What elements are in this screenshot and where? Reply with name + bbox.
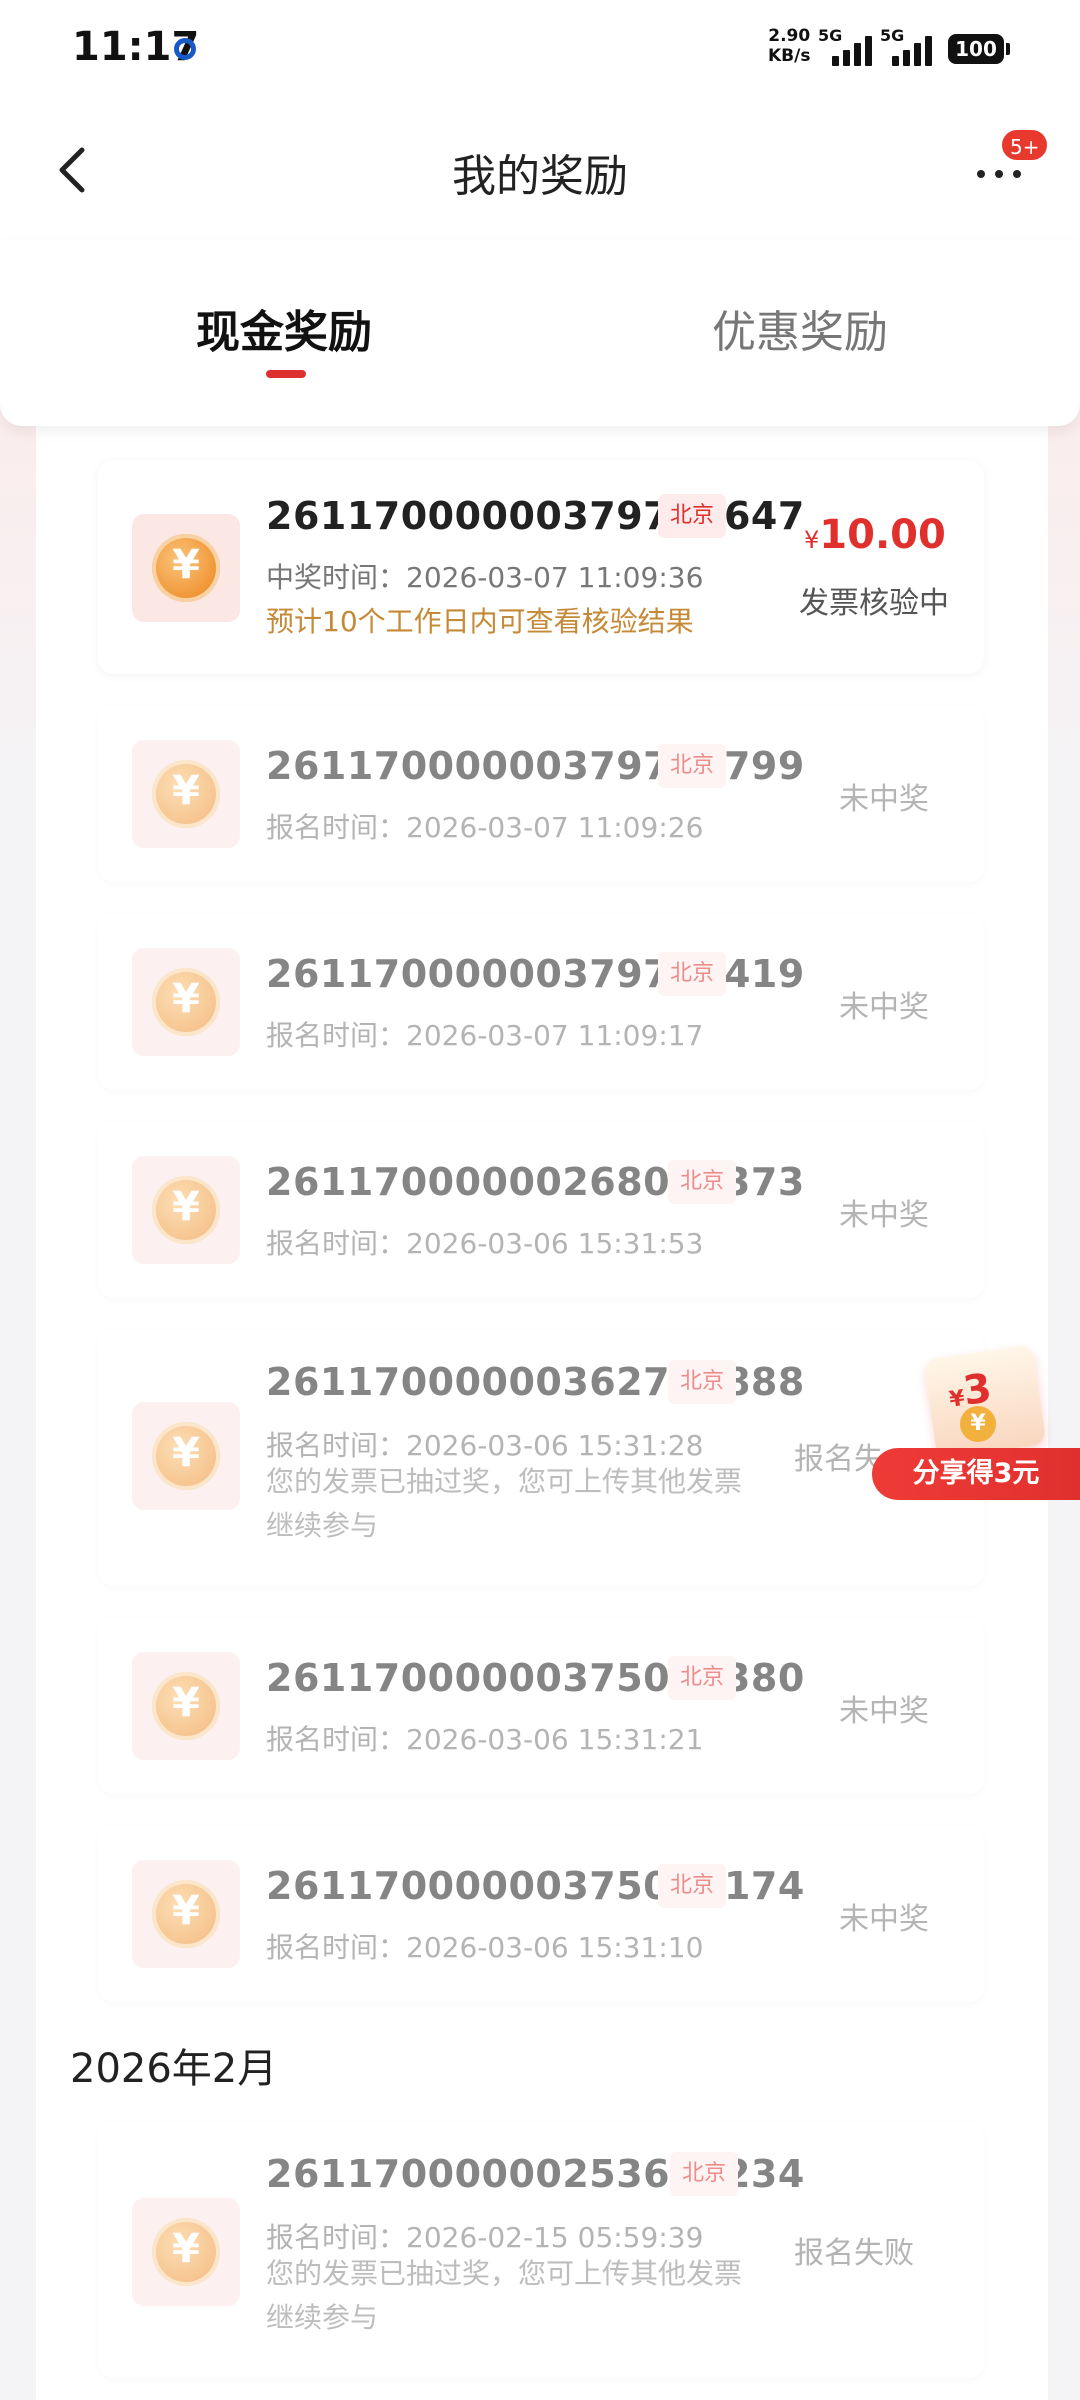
city-tag: 北京 (668, 1160, 737, 1204)
month-section-label: 2026年2月 (70, 2046, 278, 2092)
record-note-line: 您的发票已抽过奖，您可上传其他发票 (266, 2257, 743, 2290)
reward-record[interactable]: ¥ 26117000000375071174 北京 报名时间：2026-03-0… (98, 1826, 984, 2002)
record-time: 报名时间：2026-03-06 15:31:28 (266, 1429, 704, 1462)
reward-record[interactable]: ¥ 26117000000379717647 北京 中奖时间：2026-03-0… (98, 460, 984, 674)
red-envelope-icon: ¥3 (923, 1344, 1047, 1460)
reward-amount: ¥10.00 (804, 512, 946, 558)
record-time: 中奖时间：2026-03-07 11:09:36 (266, 561, 704, 594)
notification-badge: 5+ (1000, 128, 1050, 162)
amount-value: 10.00 (819, 512, 946, 558)
coin-icon: ¥ (960, 1406, 996, 1442)
city-tag: 北京 (658, 952, 727, 996)
city-tag: 北京 (658, 744, 727, 788)
reward-record[interactable]: ¥ 26117000000379721799 北京 报名时间：2026-03-0… (98, 706, 984, 882)
record-time: 报名时间：2026-03-07 11:09:17 (266, 1019, 704, 1052)
reward-icon: ¥ (132, 514, 240, 622)
reward-record[interactable]: ¥ 26117000000379717419 北京 报名时间：2026-03-0… (98, 914, 984, 1090)
reward-tabs: 现金奖励 优惠奖励 (0, 240, 1080, 426)
signal-1-icon (818, 30, 872, 66)
record-note: 预计10个工作日内可查看核验结果 (266, 605, 694, 638)
network-speed: 2.90 KB/s (768, 26, 810, 66)
yuan-coin-icon: ¥ (152, 968, 220, 1036)
reward-icon: ¥ (132, 1156, 240, 1264)
record-note-line: 您的发票已抽过奖，您可上传其他发票 (266, 1465, 743, 1498)
signal-2-icon (884, 30, 938, 66)
tab-coupon-reward[interactable]: 优惠奖励 (712, 296, 888, 360)
city-tag: 北京 (658, 1864, 727, 1908)
record-status: 未中奖 (839, 1694, 929, 1729)
reward-icon: ¥ (132, 1402, 240, 1510)
record-status: 未中奖 (839, 1198, 929, 1233)
yuan-coin-icon: ¥ (152, 1672, 220, 1740)
share-reward-float[interactable]: ¥3 ¥ 分享得3元 (872, 1340, 1080, 1500)
reward-icon: ¥ (132, 1860, 240, 1968)
share-button[interactable]: 分享得3元 (872, 1448, 1080, 1500)
network-speed-unit: KB/s (768, 46, 811, 66)
record-time: 报名时间：2026-03-06 15:31:53 (266, 1227, 704, 1260)
record-time: 报名时间：2026-03-06 15:31:21 (266, 1723, 704, 1756)
record-note: 您的发票已抽过奖，您可上传其他发票 继续参与 (266, 2252, 766, 2340)
network-speed-value: 2.90 (768, 26, 811, 46)
city-tag: 北京 (658, 494, 727, 538)
city-tag: 北京 (668, 1656, 737, 1700)
record-time: 报名时间：2026-03-07 11:09:26 (266, 811, 704, 844)
record-note-line: 继续参与 (266, 1509, 379, 1542)
record-note-line: 继续参与 (266, 2301, 379, 2334)
navigation-bar: 我的奖励 (0, 100, 1080, 240)
city-tag: 北京 (668, 1360, 737, 1404)
record-note: 您的发票已抽过奖，您可上传其他发票 继续参与 (266, 1460, 766, 1548)
reward-icon: ¥ (132, 740, 240, 848)
record-status: 未中奖 (839, 782, 929, 817)
reward-record[interactable]: ¥ 26117000000362732888 北京 报名时间：2026-03-0… (98, 1330, 984, 1586)
reward-record[interactable]: ¥ 26117000000253659234 北京 报名时间：2026-02-1… (98, 2122, 984, 2378)
record-time: 报名时间：2026-02-15 05:59:39 (266, 2221, 704, 2254)
reward-icon: ¥ (132, 948, 240, 1056)
battery-icon: 100 (948, 34, 1010, 64)
app-notification-icon (174, 38, 196, 60)
yuan-coin-icon: ¥ (152, 1176, 220, 1244)
more-dots-icon (977, 170, 985, 178)
status-bar: 11:17 2.90 KB/s 5G 5G 100 (0, 0, 1080, 100)
yuan-coin-icon: ¥ (152, 1422, 220, 1490)
reward-icon: ¥ (132, 1652, 240, 1760)
reward-icon: ¥ (132, 2198, 240, 2306)
record-time: 报名时间：2026-03-06 15:31:10 (266, 1931, 704, 1964)
page-title: 我的奖励 (452, 151, 628, 202)
record-status: 未中奖 (839, 1902, 929, 1937)
city-tag: 北京 (670, 2152, 739, 2196)
currency-symbol: ¥ (804, 526, 820, 554)
yuan-coin-icon: ¥ (152, 2218, 220, 2286)
record-status: 报名失败 (794, 2236, 914, 2271)
reward-record[interactable]: ¥ 26117000000375072380 北京 报名时间：2026-03-0… (98, 1618, 984, 1794)
record-status: 未中奖 (839, 990, 929, 1025)
active-tab-indicator (266, 370, 306, 378)
reward-record[interactable]: ¥ 26117000000268003373 北京 报名时间：2026-03-0… (98, 1122, 984, 1298)
yuan-coin-icon: ¥ (152, 760, 220, 828)
yuan-coin-icon: ¥ (152, 534, 220, 602)
tab-cash-reward[interactable]: 现金奖励 (196, 296, 372, 360)
yuan-coin-icon: ¥ (152, 1880, 220, 1948)
record-status: 发票核验中 (799, 586, 949, 621)
